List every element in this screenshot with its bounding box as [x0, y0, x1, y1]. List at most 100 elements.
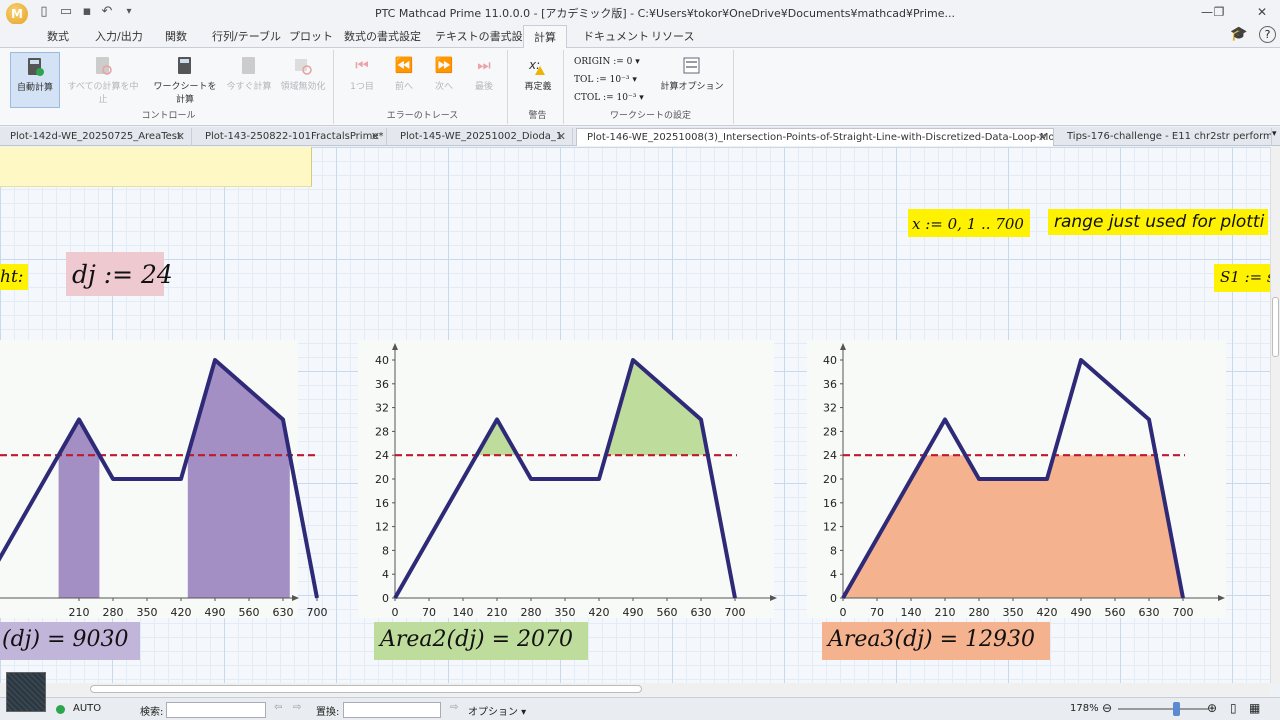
group-warning: x: 再定義 警告: [512, 50, 564, 124]
doc-tab-active[interactable]: Plot-146-WE_20251008(3)_Intersection-Poi…: [576, 128, 1054, 146]
tab-math-formatting[interactable]: 数式の書式設定: [344, 28, 421, 44]
ribbon-tabs: 数式 入力/出力 関数 行列/テーブル プロット 数式の書式設定 テキストの書式…: [0, 24, 1280, 49]
undo-icon[interactable]: ↶: [99, 4, 115, 20]
area1-result[interactable]: (dj) = 9030: [0, 622, 140, 660]
close-tab-icon[interactable]: ✕: [371, 128, 380, 145]
tab-calculation[interactable]: 計算: [523, 25, 567, 49]
calculator-icon: [28, 58, 44, 76]
ctol-setting[interactable]: CTOL := 10⁻³ ▾: [574, 93, 644, 103]
plot-area3-x-tick-label: 140: [900, 606, 921, 619]
close-tab-icon[interactable]: ✕: [1038, 129, 1047, 146]
auto-calc-button[interactable]: 自動計算: [10, 52, 60, 108]
plot-area2-y-tick-label: 16: [375, 497, 389, 510]
tab-resources[interactable]: リソース: [651, 28, 694, 44]
zoom-slider[interactable]: [1118, 708, 1208, 710]
calc-worksheet-button[interactable]: ワークシートを計算: [150, 52, 220, 105]
restore-icon[interactable]: ❐: [1204, 2, 1234, 22]
tab-document[interactable]: ドキュメント: [583, 28, 649, 44]
zoom-slider-thumb[interactable]: [1173, 702, 1180, 716]
tab-matrices-tables[interactable]: 行列/テーブル: [212, 28, 281, 44]
close-tab-icon[interactable]: ✕: [176, 128, 185, 145]
replace-input[interactable]: [343, 702, 441, 718]
area3-result[interactable]: Area3(dj) = 12930: [822, 622, 1050, 660]
auto-calc-status[interactable]: AUTO: [73, 703, 101, 714]
redefine-button[interactable]: x: 再定義: [516, 52, 560, 92]
search-input[interactable]: [166, 702, 266, 718]
zoom-in-icon[interactable]: ⊕: [1207, 701, 1217, 715]
tab-plots[interactable]: プロット: [289, 28, 333, 44]
plot-area3-x-tick-label: 700: [1172, 606, 1193, 619]
plot-area3-x-tick-label: 350: [1002, 606, 1023, 619]
plot-area2-x-tick-label: 0: [392, 606, 399, 619]
plot-area3-x-tick-label: 280: [968, 606, 989, 619]
open-folder-icon[interactable]: ▭: [58, 4, 74, 20]
tab-functions[interactable]: 関数: [165, 28, 187, 44]
stop-all-button[interactable]: すべての計算を中止: [64, 52, 142, 105]
origin-setting[interactable]: ORIGIN := 0 ▾: [574, 57, 640, 67]
calc-now-button[interactable]: 今すぐ計算: [224, 52, 274, 92]
horizontal-scroll-thumb[interactable]: [90, 685, 642, 693]
tab-input-output[interactable]: 入力/出力: [95, 28, 143, 44]
last-error-button[interactable]: ⏭ 最後: [466, 52, 502, 92]
graduation-cap-icon[interactable]: 🎓: [1230, 26, 1247, 42]
draft-view-icon[interactable]: ▦: [1249, 701, 1260, 715]
plot-area3-y-tick-label: 16: [823, 497, 837, 510]
search-next-icon[interactable]: ⇨: [293, 702, 301, 713]
search-options[interactable]: オプション ▾: [468, 703, 526, 718]
help-icon[interactable]: ?: [1259, 26, 1276, 43]
doc-tab[interactable]: Plot-145-WE_20251002_Dioda_1 ✕: [390, 128, 573, 146]
title-bar: M ▯ ▭ ▪ ↶ ▾ PTC Mathcad Prime 11.0.0.0 -…: [0, 0, 1280, 25]
window-title: PTC Mathcad Prime 11.0.0.0 - [アカデミック版] -…: [374, 7, 956, 20]
group-worksheet-settings-label: ワークシートの設定: [609, 111, 691, 121]
next-error-button[interactable]: ⏩ 次へ: [426, 52, 462, 92]
save-icon[interactable]: ▪: [79, 4, 95, 20]
help-area: 🎓 ?: [1230, 26, 1276, 43]
tol-setting[interactable]: TOL := 10⁻³ ▾: [574, 75, 637, 85]
worksheet-canvas[interactable]: x := 0, 1 .. 700 range just used for plo…: [0, 147, 1270, 683]
close-tab-icon[interactable]: ✕: [557, 128, 566, 145]
page-view-icon[interactable]: ▯: [1230, 701, 1237, 715]
doc-tab[interactable]: Plot-142d-WE_20250725_AreaTest ✕: [0, 128, 192, 146]
vertical-scroll-thumb[interactable]: [1272, 297, 1279, 357]
horizontal-scrollbar[interactable]: [0, 683, 1270, 695]
plot-area2-y-tick-label: 32: [375, 402, 389, 415]
tab-list-dropdown-icon[interactable]: ▾: [1272, 129, 1277, 139]
new-document-icon[interactable]: ▯: [36, 4, 52, 20]
zoom-out-icon[interactable]: ⊖: [1102, 701, 1112, 715]
auto-calc-label: 自動計算: [16, 83, 53, 93]
calc-options-button[interactable]: 計算オプション: [656, 52, 728, 92]
doc-tab[interactable]: Tips-176-challenge - E11 chr2str perform…: [1057, 128, 1272, 146]
plot-area1-x-tick-label: 700: [306, 606, 327, 619]
auto-calc-status-icon: [56, 705, 65, 714]
document-tabs: Plot-142d-WE_20250725_AreaTest ✕ Plot-143…: [0, 127, 1280, 146]
plot-area2-y-tick-label: 8: [382, 544, 389, 557]
plot-area1-x-tick-label: 350: [136, 606, 157, 619]
calc-now-label: 今すぐ計算: [226, 82, 272, 92]
doc-tab[interactable]: Plot-143-250822-101FractalsPrime* ✕: [195, 128, 387, 146]
disable-region-button[interactable]: 領域無効化: [276, 52, 330, 92]
first-error-button[interactable]: ⏮ 1つ目: [344, 52, 380, 92]
customize-toolbar-icon[interactable]: ▾: [121, 4, 137, 20]
plot-area3-y-axis-arrow: [840, 343, 846, 351]
plots-layer[interactable]: 210 280 350 420 490 560 630 7000481216202428323…: [0, 147, 1270, 683]
zoom-level[interactable]: 178%: [1070, 703, 1099, 714]
redefine-warning-icon: x:: [528, 58, 545, 75]
group-warning-label: 警告: [528, 111, 547, 121]
calc-options-icon: [683, 57, 700, 74]
doc-tab-label: Plot-143-250822-101FractalsPrime*: [205, 131, 384, 142]
mathcad-logo-icon[interactable]: M: [6, 3, 28, 25]
prev-error-button[interactable]: ⏪ 前へ: [386, 52, 422, 92]
plot-area3-y-tick-label: 12: [823, 521, 837, 534]
plot-area2-curve: [393, 358, 737, 599]
replace-icon[interactable]: ⇨: [450, 702, 458, 713]
tab-text-formatting[interactable]: テキストの書式設定: [435, 28, 534, 44]
tab-math[interactable]: 数式: [47, 28, 69, 44]
plot-area2-y-tick-label: 0: [382, 592, 389, 605]
vertical-scrollbar[interactable]: [1270, 147, 1280, 683]
area2-result[interactable]: Area2(dj) = 2070: [374, 622, 588, 660]
disable-region-icon: [295, 59, 312, 75]
last-label: 最後: [474, 82, 493, 92]
search-prev-icon[interactable]: ⇦: [274, 702, 282, 713]
plot-area1-x-tick-label: 210: [68, 606, 89, 619]
close-icon[interactable]: ✕: [1247, 2, 1277, 22]
